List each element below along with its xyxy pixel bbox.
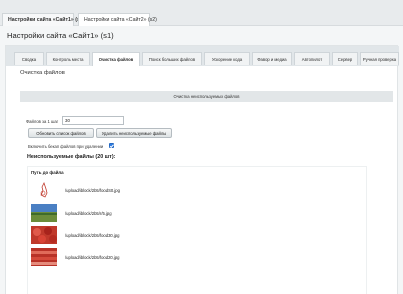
module-tabs: Сводка Контроль места Очистка файлов Пои… (6, 46, 399, 66)
list-item: /upload/iblock/2b5/r/5.jpg (28, 204, 366, 226)
settings-panel: Сводка Контроль места Очистка файлов Пои… (5, 45, 399, 294)
tab-autopilot[interactable]: Автопилот (294, 52, 330, 65)
site-tab-s2[interactable]: Настройки сайта «Сайт2» (s2) (78, 13, 157, 26)
section-heading: Очистка файлов (20, 70, 65, 76)
list-item: /upload/iblock/2b5/food20.jpg (28, 248, 366, 270)
screenshot-frame: Настройки сайта «Сайт1» (s1) Настройки с… (0, 0, 403, 294)
tab-server[interactable]: Сервер (332, 52, 358, 65)
unused-files-heading: Неиспользуемые файлы (20 шт): (27, 154, 116, 160)
list-item: /upload/iblock/2b5/foodS0.jpg (28, 181, 366, 203)
tab-space-control[interactable]: Контроль места (46, 52, 90, 65)
site-tabs-bar: Настройки сайта «Сайт1» (s1) Настройки с… (0, 0, 403, 26)
file-path: /upload/iblock/2b5/food20.jpg (65, 255, 120, 260)
file-thumbnail (31, 204, 57, 222)
site-tab-s1[interactable]: Настройки сайта «Сайт1» (s1) (2, 13, 84, 26)
file-thumbnail (31, 226, 57, 244)
files-per-step-label: Файлов за 1 шаг (26, 119, 59, 124)
page-title: Настройки сайта «Сайт1» (s1) (7, 31, 114, 40)
file-path: /upload/iblock/2b5/foodS0.jpg (65, 188, 120, 193)
backup-checkbox[interactable] (109, 143, 114, 148)
tab-summary[interactable]: Сводка (14, 52, 44, 65)
backup-checkbox-label: Включить бекап файлов при удалении (28, 144, 104, 149)
tab-code-speedup[interactable]: Ускорение кода (204, 52, 250, 65)
delete-unused-files-button[interactable]: Удалить неиспользуемые файлы (96, 128, 172, 138)
files-per-step-input[interactable] (62, 116, 124, 125)
file-thumbnail (31, 181, 57, 199)
tab-manual-check[interactable]: Ручная проверка (360, 52, 399, 65)
file-path: /upload/iblock/2b5/food30.jpg (65, 233, 120, 238)
list-item: /upload/iblock/2b5/food30.jpg (28, 226, 366, 248)
tab-media[interactable]: Фавор и медиа (252, 52, 292, 65)
unused-files-list: Путь до файла /upload/iblock/2b5/foodS0.… (27, 166, 367, 294)
file-thumbnail (31, 248, 57, 266)
tab-file-cleanup[interactable]: Очистка файлов (92, 52, 140, 66)
cleanup-banner: Очистка неиспользуемых файлов (20, 91, 393, 102)
tab-large-files[interactable]: Поиск больших файлов (142, 52, 202, 65)
update-file-list-button[interactable]: Обновить список файлов (28, 128, 94, 138)
file-path-column-header: Путь до файла (31, 170, 64, 175)
file-path: /upload/iblock/2b5/r/5.jpg (65, 211, 112, 216)
